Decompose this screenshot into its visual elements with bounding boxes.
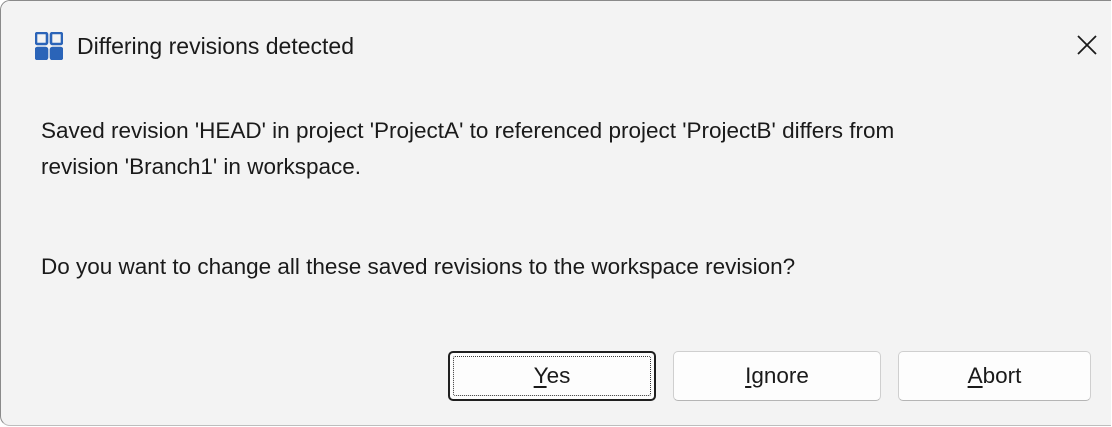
message-line-2: revision 'Branch1' in workspace.	[41, 154, 361, 179]
abort-button-label: Abort	[968, 363, 1022, 389]
ignore-label-rest: gnore	[751, 363, 809, 388]
abort-mnemonic: A	[967, 363, 983, 388]
close-icon	[1075, 33, 1099, 62]
dialog-message: Saved revision 'HEAD' in project 'Projec…	[41, 113, 1081, 185]
message-line-1: Saved revision 'HEAD' in project 'Projec…	[41, 118, 895, 143]
abort-button[interactable]: Abort	[898, 351, 1091, 401]
yes-button[interactable]: Yes	[448, 351, 656, 401]
ignore-button-label: Ignore	[745, 363, 809, 389]
dialog-question: Do you want to change all these saved re…	[41, 254, 796, 279]
dialog-title: Differing revisions detected	[77, 33, 354, 59]
yes-mnemonic: Y	[533, 363, 547, 388]
close-button[interactable]	[1067, 27, 1107, 67]
abort-label-rest: bort	[982, 363, 1022, 388]
title-bar[interactable]: Differing revisions detected	[1, 1, 1111, 89]
yes-label-rest: es	[546, 363, 571, 388]
ignore-button[interactable]: Ignore	[673, 351, 881, 401]
differing-revisions-dialog: Differing revisions detected Saved revis…	[0, 0, 1111, 426]
yes-button-label: Yes	[534, 363, 571, 389]
app-grid-icon	[34, 31, 64, 61]
